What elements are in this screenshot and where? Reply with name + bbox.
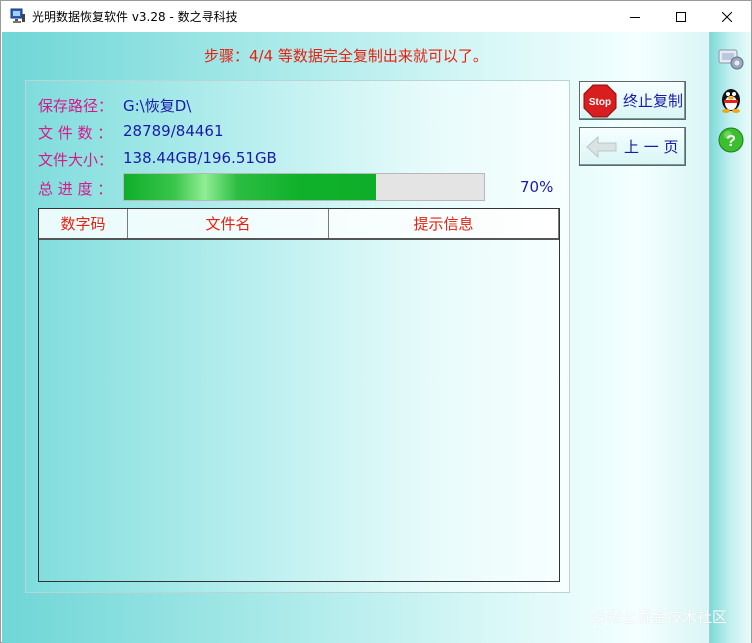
table-header: 数字码 文件名 提示信息 bbox=[39, 209, 559, 240]
copy-progress-panel: 保存路径： G:\恢复D\ 文 件 数 ： 28789/84461 文件大小： … bbox=[25, 80, 570, 593]
file-count-value: 28789/84461 bbox=[123, 122, 224, 140]
app-window: 光明数据恢复软件 v3.28 - 数之寻科技 步骤：4/4 等数据完全复制出来就… bbox=[0, 0, 752, 643]
table-body[interactable] bbox=[39, 240, 559, 581]
column-header-message[interactable]: 提示信息 bbox=[329, 209, 559, 238]
progress-label: 总 进 度 ： bbox=[38, 180, 113, 198]
column-header-filename[interactable]: 文件名 bbox=[128, 209, 329, 238]
help-icon[interactable]: ? bbox=[717, 126, 745, 154]
stop-copy-label: 终止复制 bbox=[623, 92, 684, 110]
svg-text:?: ? bbox=[726, 133, 736, 150]
minimize-button[interactable] bbox=[612, 1, 658, 32]
file-size-label: 文件大小： bbox=[38, 151, 114, 169]
column-header-code[interactable]: 数字码 bbox=[39, 209, 128, 238]
stop-copy-button[interactable]: Stop 终止复制 bbox=[579, 81, 686, 120]
client-area: 步骤：4/4 等数据完全复制出来就可以了。 保存路径： G:\恢复D\ 文 件 … bbox=[2, 32, 751, 643]
progress-bar bbox=[123, 173, 485, 201]
title-bar[interactable]: 光明数据恢复软件 v3.28 - 数之寻科技 bbox=[1, 1, 751, 32]
stop-icon: Stop bbox=[583, 84, 617, 117]
progress-percent: 70% bbox=[520, 178, 554, 196]
back-arrow-icon bbox=[586, 135, 617, 158]
file-size-value: 138.44GB/196.51GB bbox=[123, 149, 277, 167]
save-path-label: 保存路径： bbox=[38, 97, 114, 115]
watermark-text: @稀土掘金技术社区 bbox=[592, 608, 728, 626]
app-icon bbox=[10, 8, 26, 24]
file-list-table[interactable]: 数字码 文件名 提示信息 bbox=[38, 208, 560, 582]
window-title: 光明数据恢复软件 v3.28 - 数之寻科技 bbox=[32, 10, 238, 24]
step-instruction: 步骤：4/4 等数据完全复制出来就可以了。 bbox=[204, 47, 488, 65]
maximize-icon bbox=[676, 11, 686, 22]
save-path-value: G:\恢复D\ bbox=[123, 97, 192, 115]
previous-page-button[interactable]: 上 一 页 bbox=[579, 127, 686, 166]
close-icon bbox=[722, 11, 732, 22]
close-button[interactable] bbox=[704, 1, 750, 32]
right-sidebar: ? bbox=[709, 32, 751, 643]
maximize-button[interactable] bbox=[658, 1, 704, 32]
minimize-icon bbox=[630, 16, 640, 18]
qq-penguin-icon[interactable] bbox=[717, 85, 745, 113]
previous-page-label: 上 一 页 bbox=[624, 138, 679, 156]
file-count-label: 文 件 数 ： bbox=[38, 124, 113, 142]
settings-icon[interactable] bbox=[717, 43, 745, 71]
svg-text:Stop: Stop bbox=[589, 97, 611, 108]
progress-bar-fill bbox=[124, 174, 376, 200]
